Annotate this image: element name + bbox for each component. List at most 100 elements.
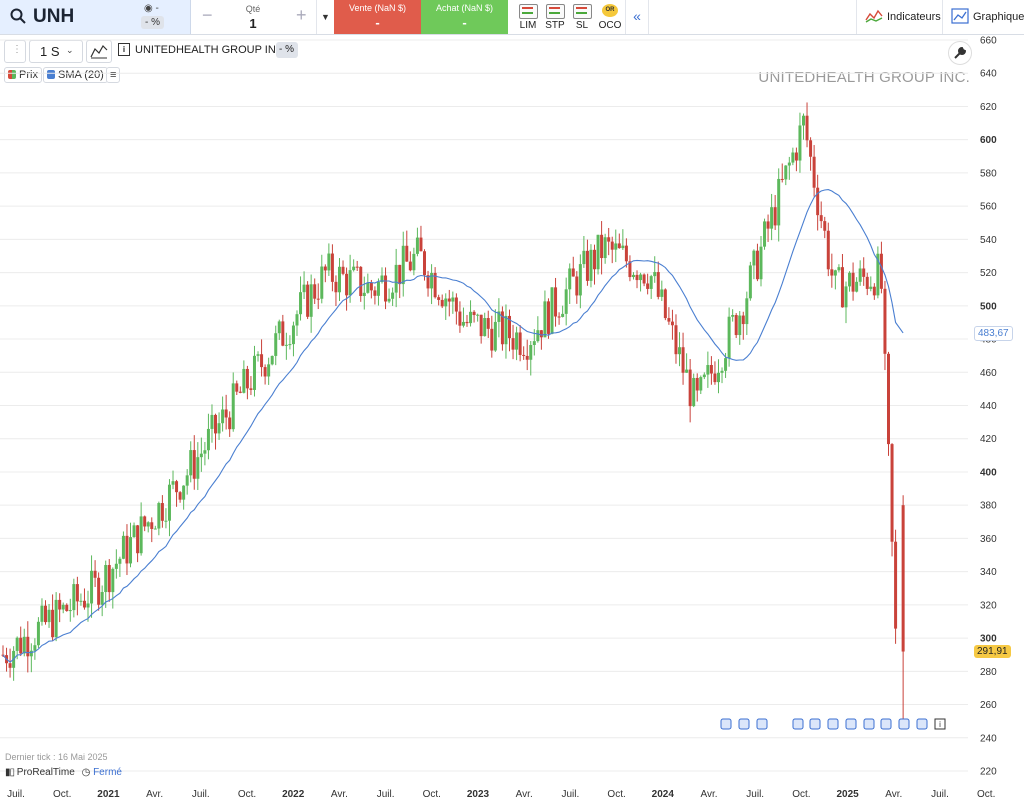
change-percent: - % <box>141 16 164 29</box>
candle-body <box>352 266 356 271</box>
x-tick-label: Oct. <box>607 789 625 800</box>
legend-sma[interactable]: SMA (20) <box>43 67 108 83</box>
candle-body <box>748 265 752 299</box>
candle-body <box>508 315 512 339</box>
order-type-dropdown[interactable]: ▼ <box>317 0 335 34</box>
event-marker-icon[interactable] <box>863 718 875 730</box>
event-marker-icon[interactable] <box>756 718 768 730</box>
candle-body <box>29 650 33 657</box>
candle-body <box>447 298 451 302</box>
legend-list-button[interactable]: ≡ <box>106 67 121 83</box>
x-tick-label: Oct. <box>977 789 995 800</box>
candle-body <box>709 365 713 374</box>
candle-body <box>419 237 423 252</box>
x-tick-label: Avr. <box>516 789 533 800</box>
symbol-search[interactable]: UNH ◉ - - % <box>0 0 191 34</box>
candle-body <box>228 417 232 430</box>
info-marker-icon[interactable] <box>934 718 946 730</box>
candle-body <box>486 318 490 329</box>
y-tick-label: 340 <box>980 567 997 578</box>
chart-type-button[interactable] <box>86 40 112 63</box>
candle-body <box>504 315 508 345</box>
sell-label: Vente (NaN $) <box>348 3 407 13</box>
candle-body <box>167 484 171 521</box>
indicators-button[interactable]: Indicateurs <box>856 0 943 34</box>
candle-body <box>564 289 568 314</box>
candle-body <box>398 264 402 285</box>
candle-body <box>752 250 756 266</box>
candle-body <box>674 325 678 355</box>
event-marker-icon[interactable] <box>898 718 910 730</box>
chart-settings-label: Graphique <box>973 11 1024 23</box>
y-tick-label: 320 <box>980 600 997 611</box>
event-marker-icon[interactable] <box>792 718 804 730</box>
candle-body <box>713 373 717 383</box>
candle-body <box>175 481 179 493</box>
candle-body <box>107 565 111 593</box>
event-marker-icon[interactable] <box>738 718 750 730</box>
candle-body <box>164 520 168 522</box>
collapse-orders-button[interactable]: « <box>625 0 649 34</box>
candle-body <box>663 289 667 319</box>
candle-body <box>593 249 597 270</box>
candle-body <box>631 274 635 278</box>
drag-handle[interactable]: ⋮ <box>4 40 26 63</box>
candle-body <box>313 284 317 299</box>
event-marker-icon[interactable] <box>916 718 928 730</box>
candle-body <box>277 321 281 334</box>
x-axis: Juil. Oct. 2021 Avr. Juil. Oct. 2022 Avr. Juil. O… <box>7 789 995 800</box>
candle-body <box>199 453 203 458</box>
event-marker-icon[interactable] <box>809 718 821 730</box>
candle-body <box>532 341 536 345</box>
candle-body <box>469 311 473 324</box>
candle-body <box>224 409 228 418</box>
gridlines <box>0 39 968 772</box>
settings-wrench-button[interactable] <box>948 41 972 65</box>
interval-selector[interactable]: 1 S ⌄ <box>29 40 83 63</box>
candle-body <box>614 243 618 250</box>
buy-button[interactable]: Achat (NaN $) - <box>421 0 508 34</box>
candle-body <box>497 311 501 322</box>
legend-price[interactable]: Prix <box>4 67 42 83</box>
candle-body <box>493 321 497 351</box>
candle-body <box>731 315 735 317</box>
event-marker-icon[interactable] <box>845 718 857 730</box>
x-tick-label: Oct. <box>792 789 810 800</box>
candle-body <box>660 289 664 297</box>
increase-qty-button[interactable]: + <box>296 5 307 26</box>
y-tick-label: 580 <box>980 168 997 179</box>
y-tick-label: 380 <box>980 501 997 512</box>
candle-body <box>362 292 366 297</box>
candle-body <box>589 249 593 281</box>
candle-body <box>51 609 55 638</box>
candle-body <box>855 281 859 292</box>
candle-body <box>621 245 625 249</box>
event-marker-icon[interactable] <box>720 718 732 730</box>
event-marker-icon[interactable] <box>827 718 839 730</box>
chart-settings-button[interactable]: Graphique <box>942 0 1024 34</box>
price-chart[interactable]: 220 240 260 280 300 320 340 360 380 400 420 440 460 4… <box>0 0 1024 803</box>
candle-body <box>345 273 349 296</box>
quantity-stepper[interactable]: − Qté 1 + <box>190 0 317 34</box>
candle-body <box>217 423 221 434</box>
candle-body <box>784 165 788 180</box>
candle-body <box>557 316 561 318</box>
candle-body <box>536 330 540 342</box>
instrument-info[interactable]: i UNITEDHEALTH GROUP INC. <box>118 40 288 61</box>
y-tick-label: 440 <box>980 401 997 412</box>
candle-body <box>561 313 565 317</box>
candle-body <box>93 570 97 578</box>
candle-body <box>422 251 426 276</box>
candle-body <box>858 268 862 282</box>
candle-body <box>26 636 30 657</box>
event-markers[interactable]: i <box>720 718 946 730</box>
oco-order-button[interactable]: OR OCO <box>593 0 627 34</box>
candle-body <box>75 584 79 602</box>
candle-body <box>157 503 161 529</box>
event-marker-icon[interactable] <box>880 718 892 730</box>
candle-body <box>337 266 341 293</box>
candle-body <box>500 311 504 345</box>
sell-button[interactable]: Vente (NaN $) - <box>334 0 421 34</box>
candle-body <box>125 535 129 564</box>
candle-body <box>539 330 543 338</box>
